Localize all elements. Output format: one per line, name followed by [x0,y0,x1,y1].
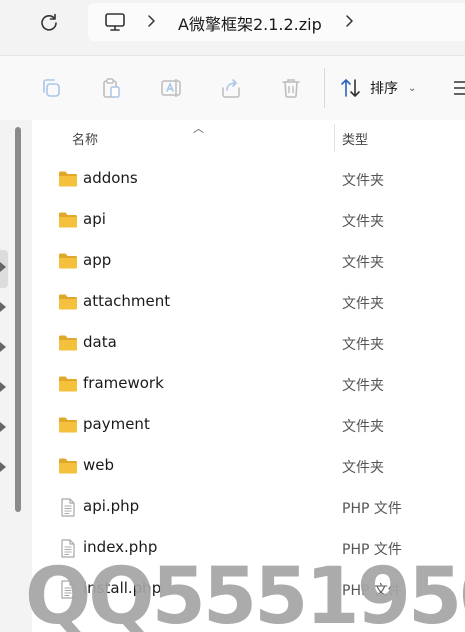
expand-arrow-icon[interactable] [0,262,6,272]
file-row[interactable]: web 文件夹 [32,446,465,487]
toolbar-divider [324,68,325,108]
sort-label: 排序 [370,81,398,97]
file-name: web [83,456,115,474]
expand-arrow-icon[interactable] [0,422,6,432]
file-type: 文件夹 [342,419,384,435]
file-type: 文件夹 [342,337,384,353]
file-list: 名称 ︿ 类型 addons 文件夹 api 文件夹 app 文件夹 attachme… [32,120,465,632]
copy-icon[interactable] [39,76,63,100]
folder-icon [59,294,77,310]
sort-icon [341,79,360,97]
folder-icon [59,458,77,474]
file-name: app [83,251,112,269]
file-row[interactable]: attachment 文件夹 [32,282,465,323]
expand-arrow-icon[interactable] [0,302,6,312]
file-type: PHP 文件 [342,501,402,517]
file-name: api [83,210,106,228]
folder-icon [59,212,77,228]
expand-arrow-icon[interactable] [0,342,6,352]
file-type: 文件夹 [342,378,384,394]
rename-icon[interactable] [159,76,183,100]
column-header-name[interactable]: 名称 [72,129,98,148]
file-name: payment [83,415,150,433]
column-header-row: 名称 ︿ 类型 [32,120,465,154]
nav-scrollbar[interactable] [15,127,21,512]
file-name: attachment [83,292,171,310]
column-header-type[interactable]: 类型 [342,129,368,148]
file-type: 文件夹 [342,173,384,189]
file-row[interactable]: addons 文件夹 [32,159,465,200]
chevron-down-icon: ⌄ [408,82,417,94]
address-bar: A微擎框架2.1.2.zip [0,0,465,47]
php-file-icon [61,539,75,558]
expand-arrow-icon[interactable] [0,462,6,472]
breadcrumb-current[interactable]: A微擎框架2.1.2.zip [178,11,322,35]
file-name: framework [83,374,164,392]
chevron-right-icon[interactable] [146,14,156,28]
file-row[interactable]: app 文件夹 [32,241,465,282]
refresh-icon[interactable] [38,12,60,34]
expand-arrow-icon[interactable] [0,382,6,392]
file-row[interactable]: api.php PHP 文件 [32,487,465,528]
folder-icon [59,171,77,187]
sort-button[interactable]: 排序 ⌄ [340,74,416,102]
file-name: api.php [83,497,140,515]
watermark-text: QQ5551950 [25,562,465,632]
php-file-icon [61,498,75,517]
file-row[interactable]: framework 文件夹 [32,364,465,405]
file-row[interactable]: api 文件夹 [32,200,465,241]
chevron-right-icon[interactable] [344,14,354,28]
paste-icon[interactable] [99,76,123,100]
folder-icon [59,417,77,433]
command-bar: 排序 ⌄ [0,55,465,120]
file-name: addons [83,169,138,187]
folder-icon [59,335,77,351]
sort-ascending-icon: ︿ [193,122,204,135]
view-options-icon[interactable] [452,78,465,98]
delete-icon[interactable] [279,76,303,100]
column-divider[interactable] [334,124,335,152]
folder-icon [59,253,77,269]
file-name: data [83,333,117,351]
file-type: 文件夹 [342,296,384,312]
file-name: index.php [83,538,158,556]
file-type: 文件夹 [342,214,384,230]
file-row[interactable]: payment 文件夹 [32,405,465,446]
file-type: PHP 文件 [342,542,402,558]
folder-icon [59,376,77,392]
this-pc-icon[interactable] [104,12,126,32]
file-type: 文件夹 [342,255,384,271]
file-type: 文件夹 [342,460,384,476]
share-icon[interactable] [219,76,243,100]
file-row[interactable]: data 文件夹 [32,323,465,364]
